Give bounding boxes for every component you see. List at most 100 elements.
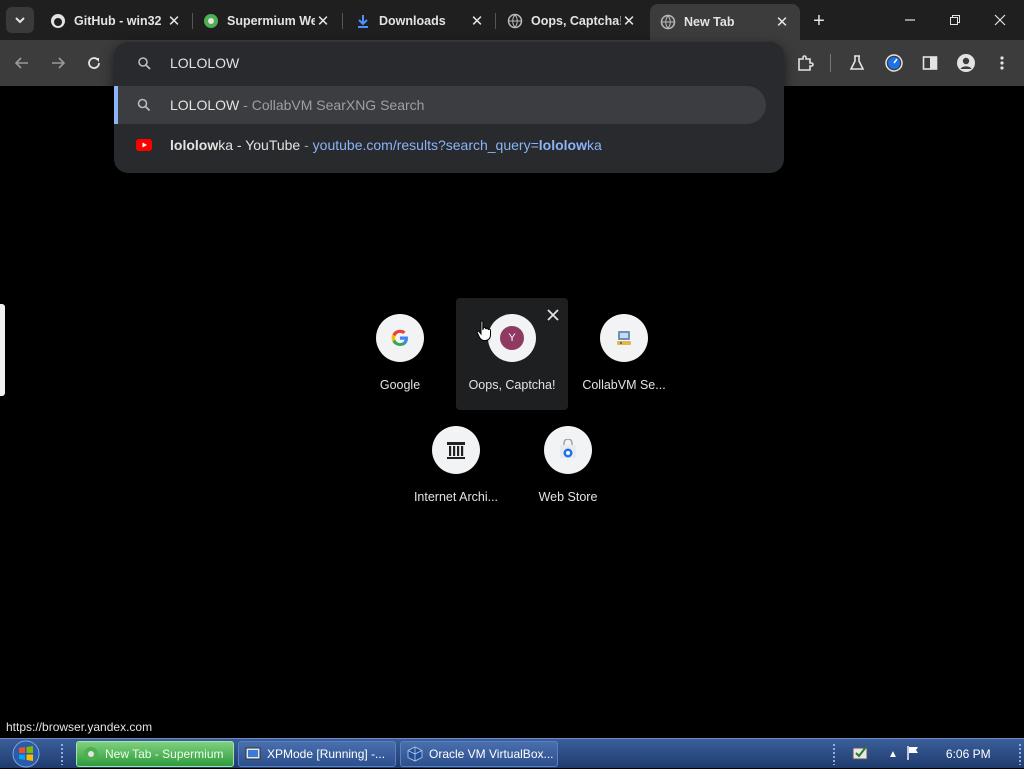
suggestion-main: LOLOLOW: [170, 97, 240, 113]
show-desktop-button[interactable]: [1018, 743, 1022, 765]
puzzle-icon: [798, 55, 814, 71]
tab-title: GitHub - win32: [74, 14, 162, 28]
labs-button[interactable]: [844, 50, 870, 76]
address-input-text[interactable]: LOLOLOW: [170, 55, 239, 71]
side-panel-handle[interactable]: [0, 304, 5, 396]
suggestion-url-match: lololow: [538, 137, 587, 153]
shortcut-label: Internet Archi...: [413, 490, 499, 504]
tab-oops-captcha[interactable]: Oops, Captcha! ✕: [497, 6, 647, 36]
tab-title: Oops, Captcha!: [531, 14, 621, 28]
close-window-button[interactable]: [978, 6, 1022, 34]
globe-icon: [660, 14, 676, 30]
searxng-icon: [136, 55, 152, 71]
tab-title: Supermium We: [227, 14, 315, 28]
plus-icon: +: [813, 9, 825, 32]
taskbar-grip[interactable]: [60, 743, 64, 765]
suggestion-search[interactable]: LOLOLOW - CollabVM SearXNG Search: [114, 86, 766, 124]
globe-icon: [507, 13, 523, 29]
restore-icon: [950, 15, 960, 25]
taskbar-button-virtualbox[interactable]: Oracle VM VirtualBox...: [400, 741, 558, 767]
tab-divider: [342, 13, 343, 29]
flag-icon[interactable]: [906, 745, 920, 764]
shortcut-web-store[interactable]: Web Store: [512, 410, 624, 522]
taskbar-button-label: XPMode [Running] -...: [267, 747, 386, 761]
close-icon: [994, 14, 1006, 26]
minimize-icon: [905, 19, 915, 21]
tab-downloads[interactable]: Downloads ✕: [345, 6, 495, 36]
suggestion-youtube[interactable]: lololow ka - YouTube - youtube.com/resul…: [114, 126, 766, 164]
tray-grip[interactable]: [832, 743, 836, 765]
close-icon[interactable]: ✕: [774, 14, 790, 31]
close-icon[interactable]: ✕: [166, 13, 182, 30]
shortcut-label: Google: [379, 378, 421, 392]
side-panel-button[interactable]: [917, 50, 943, 76]
google-icon: [376, 314, 424, 362]
tab-divider: [495, 13, 496, 29]
restore-button[interactable]: [933, 6, 977, 34]
shortcut-label: Oops, Captcha!: [468, 378, 556, 392]
show-hidden-icons-icon[interactable]: ▲: [888, 749, 898, 760]
windows-logo-icon: [12, 740, 40, 768]
close-icon[interactable]: ✕: [469, 13, 485, 30]
archive-icon: [432, 426, 480, 474]
windows-taskbar: New Tab - Supermium XPMode [Running] -..…: [0, 738, 1024, 768]
omnibox-dropdown: LOLOLOW LOLOLOW - CollabVM SearXNG Searc…: [114, 42, 784, 173]
shortcut-icon-tile: Y: [488, 314, 536, 362]
tab-supermium[interactable]: Supermium We ✕: [193, 6, 341, 36]
taskbar-button-label: New Tab - Supermium: [105, 747, 224, 761]
shortcut-google[interactable]: Google: [344, 298, 456, 410]
suggestion-main: ka - YouTube: [218, 137, 301, 153]
action-center-icon[interactable]: [852, 745, 870, 764]
virtualbox-icon: [407, 746, 423, 762]
side-panel-icon: [922, 56, 938, 70]
suggestion-url-suffix: ka: [586, 137, 602, 153]
taskbar-button-supermium[interactable]: New Tab - Supermium: [76, 741, 234, 767]
tab-title: New Tab: [684, 15, 735, 29]
close-icon[interactable]: ✕: [315, 13, 331, 30]
shortcut-label: Web Store: [538, 490, 598, 504]
minimize-button[interactable]: [888, 6, 932, 34]
hand-cursor-icon: [476, 320, 491, 341]
supermium-icon: [203, 13, 219, 29]
tab-new-tab[interactable]: New Tab ✕: [650, 4, 800, 40]
address-bar[interactable]: LOLOLOW: [114, 42, 784, 84]
arrow-right-icon: [52, 57, 66, 69]
reload-button[interactable]: [80, 50, 108, 76]
suggestion-separator: -: [300, 137, 313, 153]
back-button[interactable]: [8, 50, 36, 76]
menu-button[interactable]: [989, 50, 1015, 76]
suggestion-secondary: CollabVM SearXNG Search: [251, 97, 425, 113]
letter-y-text: Y: [508, 332, 516, 344]
arrow-left-icon: [14, 57, 28, 69]
suggestion-match: lololow: [170, 137, 219, 153]
shortcut-label: CollabVM Se...: [582, 378, 666, 392]
taskbar-button-label: Oracle VM VirtualBox...: [429, 747, 554, 761]
performance-button[interactable]: [881, 50, 907, 76]
shortcut-oops-captcha[interactable]: Y Oops, Captcha!: [456, 298, 568, 410]
shortcut-collabvm[interactable]: CollabVM Se...: [568, 298, 680, 410]
start-button[interactable]: [6, 739, 46, 769]
remove-shortcut-close-icon[interactable]: [544, 306, 562, 324]
forward-button[interactable]: [44, 50, 72, 76]
avatar-icon: [957, 54, 975, 72]
webstore-icon: [544, 426, 592, 474]
speedometer-icon: [885, 54, 903, 72]
tab-strip: GitHub - win32 ✕ Supermium We ✕ Download…: [0, 0, 1024, 40]
letter-y-icon: Y: [500, 326, 524, 350]
clock[interactable]: 6:06 PM: [946, 747, 991, 761]
github-icon: [50, 13, 66, 29]
new-tab-button[interactable]: +: [806, 8, 832, 34]
reload-icon: [88, 57, 100, 69]
close-icon[interactable]: ✕: [621, 13, 637, 30]
shortcut-internet-archive[interactable]: Internet Archi...: [400, 410, 512, 522]
taskbar-button-xpmode[interactable]: XPMode [Running] -...: [238, 741, 396, 767]
suggestion-separator: -: [239, 97, 252, 113]
tab-search-button[interactable]: [6, 7, 34, 33]
status-url-bubble: https://browser.yandex.com: [0, 718, 159, 738]
profile-button[interactable]: [953, 50, 979, 76]
extensions-button[interactable]: [792, 50, 818, 76]
youtube-icon: [136, 137, 152, 153]
tab-github[interactable]: GitHub - win32 ✕: [40, 6, 192, 36]
flask-icon: [849, 55, 865, 70]
virtual-machine-icon: [245, 746, 261, 762]
